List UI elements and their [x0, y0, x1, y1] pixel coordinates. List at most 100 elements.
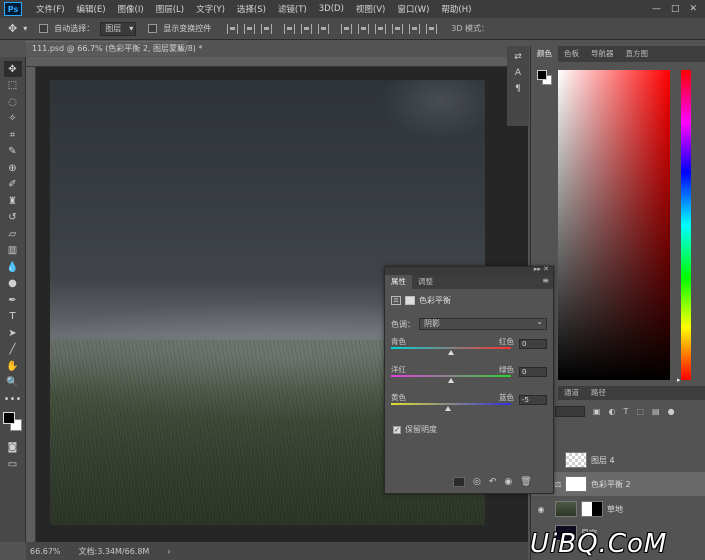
- view-previous-icon[interactable]: ◎: [473, 477, 481, 487]
- filter-toggle-icon[interactable]: ●: [668, 407, 675, 416]
- layer-filter-dropdown[interactable]: [555, 406, 585, 417]
- blur-tool-icon[interactable]: 💧: [4, 259, 22, 275]
- lasso-tool-icon[interactable]: ◌: [4, 94, 22, 110]
- layer-row[interactable]: ◉ 草地: [531, 497, 705, 521]
- eyedropper-tool-icon[interactable]: ✎: [4, 144, 22, 160]
- gradient-tool-icon[interactable]: ▥: [4, 243, 22, 259]
- more-tools-icon[interactable]: •••: [4, 391, 22, 407]
- swap-icon[interactable]: ⇄: [514, 52, 522, 62]
- auto-select-dropdown[interactable]: 图层: [100, 21, 137, 36]
- healing-brush-tool-icon[interactable]: ⊕: [4, 160, 22, 176]
- clone-stamp-tool-icon[interactable]: ♜: [4, 193, 22, 209]
- cyan-red-value-input[interactable]: 0: [519, 339, 547, 349]
- align-right-icon[interactable]: [318, 23, 330, 34]
- layer-row[interactable]: 图层 4: [531, 448, 705, 472]
- hand-tool-icon[interactable]: ✋: [4, 358, 22, 374]
- tab-histogram[interactable]: 直方图: [620, 46, 655, 62]
- crop-tool-icon[interactable]: ⌗: [4, 127, 22, 143]
- menu-3d[interactable]: 3D(D): [313, 4, 350, 14]
- cyan-red-track[interactable]: [391, 347, 511, 349]
- yellow-blue-track[interactable]: [391, 403, 511, 405]
- minimize-button[interactable]: —: [652, 4, 661, 14]
- color-picker-field[interactable]: [558, 70, 670, 380]
- move-tool-icon[interactable]: ✥: [8, 22, 17, 35]
- reset-icon[interactable]: ↶: [489, 477, 497, 487]
- eye-icon[interactable]: ◉: [531, 505, 551, 514]
- marquee-tool-icon[interactable]: ⬚: [4, 78, 22, 94]
- status-arrow-icon[interactable]: ›: [167, 547, 170, 556]
- hue-slider-marker-icon[interactable]: ▸: [677, 376, 681, 384]
- distribute-top-icon[interactable]: [341, 23, 353, 34]
- distribute-bottom-icon[interactable]: [375, 23, 387, 34]
- dodge-tool-icon[interactable]: ●: [4, 276, 22, 292]
- pen-tool-icon[interactable]: ✒: [4, 292, 22, 308]
- menu-view[interactable]: 视图(V): [350, 3, 391, 15]
- tab-adjustments[interactable]: 调整: [412, 275, 439, 289]
- visibility-icon[interactable]: ◉: [504, 477, 512, 487]
- menu-edit[interactable]: 编辑(E): [71, 3, 112, 15]
- delete-icon[interactable]: 🗑: [520, 477, 531, 487]
- magenta-green-slider-thumb[interactable]: [448, 378, 454, 383]
- layer-mask-thumbnail[interactable]: [581, 501, 603, 517]
- history-brush-tool-icon[interactable]: ↺: [4, 210, 22, 226]
- hue-slider[interactable]: [681, 70, 691, 380]
- yellow-blue-value-input[interactable]: -5: [519, 395, 547, 405]
- tab-swatches[interactable]: 色板: [558, 46, 585, 62]
- zoom-tool-icon[interactable]: 🔍: [4, 375, 22, 391]
- type-tool-icon[interactable]: T: [4, 309, 22, 325]
- tone-dropdown[interactable]: 阴影: [419, 317, 547, 330]
- maximize-button[interactable]: □: [671, 4, 680, 14]
- color-swatches[interactable]: [2, 411, 23, 432]
- magic-wand-tool-icon[interactable]: ✧: [4, 111, 22, 127]
- layer-name[interactable]: 色彩平衡 2: [591, 479, 631, 490]
- brush-tool-icon[interactable]: ✐: [4, 177, 22, 193]
- document-tab[interactable]: 111.psd @ 66.7% (色彩平衡 2, 图层蒙版/8) * ×: [26, 41, 202, 56]
- filter-smart-icon[interactable]: ▤: [652, 407, 660, 416]
- quick-mask-icon[interactable]: ◙: [4, 440, 22, 456]
- tab-color[interactable]: 颜色: [531, 46, 558, 62]
- show-transform-checkbox[interactable]: [148, 24, 158, 33]
- layer-name[interactable]: 草地: [607, 504, 623, 515]
- distribute-right-icon[interactable]: [426, 23, 438, 34]
- menu-window[interactable]: 窗口(W): [391, 3, 435, 15]
- preserve-luminosity-checkbox[interactable]: ✓: [393, 425, 401, 434]
- align-center-icon[interactable]: [301, 23, 313, 34]
- clip-to-layer-icon[interactable]: [453, 477, 465, 487]
- distribute-middle-icon[interactable]: [358, 23, 370, 34]
- auto-select-checkbox[interactable]: [39, 24, 49, 33]
- distribute-left-icon[interactable]: [392, 23, 404, 34]
- color-panel-foreground[interactable]: [537, 70, 547, 80]
- menu-filter[interactable]: 滤镜(T): [272, 3, 313, 15]
- tab-paths[interactable]: 路径: [585, 386, 612, 400]
- magenta-green-value-input[interactable]: 0: [519, 367, 547, 377]
- tab-navigator[interactable]: 导航器: [585, 46, 620, 62]
- menu-type[interactable]: 文字(Y): [190, 3, 231, 15]
- cyan-red-slider-thumb[interactable]: [448, 350, 454, 355]
- character-panel-icon[interactable]: A: [515, 68, 521, 78]
- layer-row-selected[interactable]: ↓ ⚖ 色彩平衡 2: [531, 472, 705, 496]
- filter-adjustment-icon[interactable]: ◐: [609, 407, 616, 416]
- menu-select[interactable]: 选择(S): [231, 3, 272, 15]
- align-bottom-icon[interactable]: [261, 23, 273, 34]
- foreground-color-swatch[interactable]: [2, 411, 15, 424]
- paragraph-panel-icon[interactable]: ¶: [515, 84, 521, 94]
- filter-type-icon[interactable]: T: [624, 407, 629, 416]
- menu-help[interactable]: 帮助(H): [435, 3, 477, 15]
- tool-preset-dropdown-icon[interactable]: ▾: [23, 24, 27, 33]
- zoom-level[interactable]: 66.67%: [30, 547, 61, 556]
- tab-channels[interactable]: 通道: [558, 386, 585, 400]
- eraser-tool-icon[interactable]: ▱: [4, 226, 22, 242]
- layer-name[interactable]: 图层 4: [591, 455, 615, 466]
- distribute-center-icon[interactable]: [409, 23, 421, 34]
- move-tool-icon[interactable]: ✥: [3, 61, 22, 77]
- panel-menu-icon[interactable]: ≡: [542, 276, 549, 285]
- align-left-icon[interactable]: [284, 23, 296, 34]
- menu-image[interactable]: 图像(I): [112, 3, 150, 15]
- yellow-blue-slider-thumb[interactable]: [445, 406, 451, 411]
- path-selection-tool-icon[interactable]: ➤: [4, 325, 22, 341]
- close-button[interactable]: ✕: [689, 4, 697, 14]
- close-document-icon[interactable]: ×: [177, 42, 184, 56]
- filter-pixel-icon[interactable]: ▣: [593, 407, 601, 416]
- filter-shape-icon[interactable]: ⬚: [636, 407, 644, 416]
- align-middle-icon[interactable]: [244, 23, 256, 34]
